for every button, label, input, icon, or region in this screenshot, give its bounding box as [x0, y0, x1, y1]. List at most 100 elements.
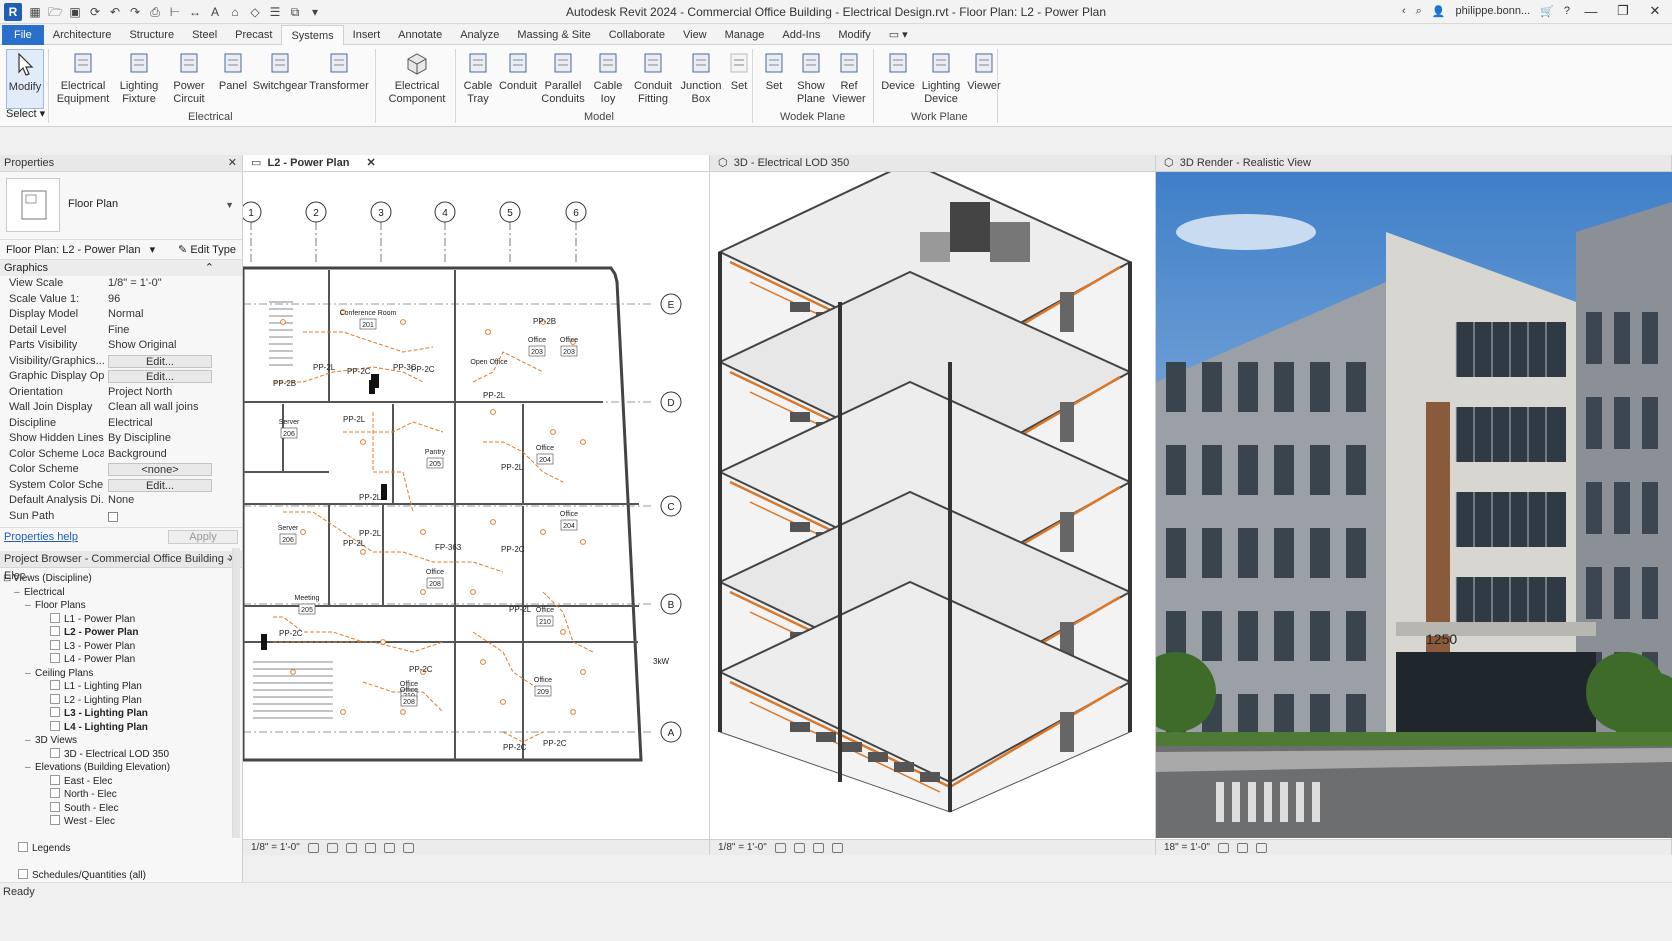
panel-tag[interactable]: PP-2C — [411, 365, 435, 374]
browser-view-item[interactable]: 3D - Electrical LOD 350 — [0, 747, 242, 762]
room-number[interactable]: 201 — [362, 322, 374, 329]
property-value[interactable]: Normal — [104, 307, 242, 323]
property-value[interactable]: Electrical — [104, 416, 242, 432]
panel-tag[interactable]: 3kW — [653, 657, 669, 666]
panel-tag[interactable]: PP-2L — [313, 363, 336, 372]
transformer-button[interactable]: Transformer — [308, 49, 370, 93]
browser-view-item[interactable]: L3 - Lighting Plan — [0, 707, 242, 721]
panel-tag[interactable]: PP-2L — [483, 391, 506, 400]
close-plan-tab-icon[interactable]: ✕ — [367, 157, 376, 169]
select-dropdown[interactable]: Select ▾ — [6, 107, 45, 120]
tree-toggle-icon[interactable]: – — [25, 599, 35, 613]
room-number[interactable]: 205 — [429, 461, 441, 468]
plan-view-tab[interactable]: ▭ L2 - Power Plan ✕ — [243, 155, 709, 172]
conduit-fitting-button[interactable]: Conduit Fitting — [628, 49, 678, 106]
electrical-equipment-button[interactable]: Electrical Equipment — [52, 49, 114, 106]
room-number[interactable]: 204 — [563, 523, 575, 530]
browser-schedules[interactable]: Schedules/Quantities (all) — [0, 869, 242, 883]
tab-manage[interactable]: Manage — [716, 25, 774, 45]
room-number[interactable]: 203 — [563, 349, 575, 356]
property-value[interactable]: Edit... — [104, 354, 242, 370]
undo-icon[interactable]: ↶ — [108, 5, 122, 19]
room-name[interactable]: Server — [278, 525, 299, 532]
tab-file[interactable]: File — [2, 24, 44, 45]
property-row[interactable]: Default Analysis Di... None — [0, 493, 242, 509]
browser-view-item[interactable]: South - Elec — [0, 801, 242, 816]
open-icon[interactable]: 🗁 — [48, 5, 63, 19]
isometric-building-model[interactable] — [710, 172, 1155, 838]
panel-tag[interactable]: PP-2B — [273, 379, 296, 388]
room-number[interactable]: 209 — [537, 689, 549, 696]
property-row[interactable]: View Scale 1/8" = 1'-0" — [0, 276, 242, 292]
property-value[interactable]: Clean all wall joins — [104, 400, 242, 416]
property-value[interactable]: By Discipline — [104, 431, 242, 447]
tab-analyze[interactable]: Analyze — [451, 25, 508, 45]
text-icon[interactable]: A — [208, 5, 222, 19]
browser-view-item[interactable]: L2 - Lighting Plan — [0, 693, 242, 708]
modify-button[interactable]: Modify — [6, 49, 44, 109]
panel-symbol[interactable] — [371, 374, 379, 388]
collapse-group-icon[interactable]: ⌃ — [205, 260, 214, 276]
browser-view-item[interactable]: L2 - Power Plan — [0, 626, 242, 640]
receptacle-symbol[interactable] — [550, 429, 556, 435]
visual-style-icon[interactable] — [1236, 842, 1248, 853]
room-number[interactable]: 204 — [539, 457, 551, 464]
room-name[interactable]: Office — [560, 337, 578, 344]
property-value[interactable]: 1/8" = 1'-0" — [104, 276, 242, 292]
property-value[interactable] — [104, 509, 242, 525]
tab-collaborate[interactable]: Collaborate — [600, 25, 674, 45]
property-row[interactable]: System Color Sche... Edit... — [0, 478, 242, 494]
tree-toggle-icon[interactable]: – — [25, 734, 35, 748]
property-value[interactable]: Fine — [104, 323, 242, 339]
panel-tag[interactable]: PP-2L — [359, 529, 382, 538]
lighting-fixture-button[interactable]: Lighting Fixture — [114, 49, 164, 106]
receptacle-symbol[interactable] — [490, 409, 496, 415]
edit-button[interactable]: Edit... — [108, 478, 212, 492]
room-number[interactable]: 205 — [301, 607, 313, 614]
property-row[interactable]: Orientation Project North — [0, 385, 242, 401]
property-value[interactable]: <none> — [104, 462, 242, 478]
panel-tag[interactable]: PP-2C — [543, 739, 567, 748]
measure-icon[interactable]: ⊢ — [168, 5, 182, 19]
tree-toggle-icon[interactable]: – — [25, 667, 35, 681]
panel-button[interactable]: Panel — [214, 49, 252, 93]
cable-tray-button[interactable]: Cable Tray — [458, 49, 498, 106]
parallel-conduits-button[interactable]: Parallel Conduits — [538, 49, 588, 106]
property-row[interactable]: Parts Visibility Show Original — [0, 338, 242, 354]
3d-view-icon[interactable]: ⌂ — [228, 5, 242, 19]
tab-steel[interactable]: Steel — [183, 25, 226, 45]
render-view-tab[interactable]: ⬡ 3D Render - Realistic View — [1156, 155, 1671, 172]
browser-views-root[interactable]: ⊟Views (Discipline) — [0, 572, 242, 586]
receptacle-symbol[interactable] — [485, 329, 491, 335]
circuit-wire[interactable] — [273, 641, 444, 653]
visual-style-icon[interactable] — [793, 842, 805, 853]
receptacle-symbol[interactable] — [360, 439, 366, 445]
detail-level-icon[interactable] — [774, 842, 786, 853]
shadows-icon[interactable] — [364, 842, 376, 853]
room-number[interactable]: 208 — [429, 581, 441, 588]
browser-floor-plans[interactable]: – Floor Plans — [0, 599, 242, 613]
receptacle-symbol[interactable] — [280, 319, 286, 325]
receptacle-symbol[interactable] — [500, 699, 506, 705]
browser-view-item[interactable]: L3 - Power Plan — [0, 639, 242, 654]
property-row[interactable]: Display Model Normal — [0, 307, 242, 323]
type-dropdown-icon[interactable]: ▼ — [225, 200, 234, 210]
property-value[interactable]: Edit... — [104, 369, 242, 385]
browser-view-item[interactable]: North - Elec — [0, 788, 242, 802]
tab-precast[interactable]: Precast — [226, 25, 281, 45]
ribbon-options-icon[interactable]: ▭ ▾ — [880, 25, 917, 45]
realistic-render-image[interactable]: 1250 — [1156, 172, 1672, 838]
customize-qat-icon[interactable]: ▾ — [308, 5, 322, 19]
electrical-panel[interactable] — [1060, 292, 1074, 332]
receptacle-symbol[interactable] — [540, 529, 546, 535]
help-icon[interactable]: ? — [1564, 5, 1570, 17]
switch-windows-icon[interactable]: ⧉ — [288, 5, 302, 19]
room-number[interactable]: 210 — [539, 619, 551, 626]
browser-view-item[interactable]: L1 - Power Plan — [0, 612, 242, 627]
color-scheme-button[interactable]: <none> — [108, 463, 212, 476]
tab-view[interactable]: View — [674, 25, 716, 45]
tab-architecture[interactable]: Architecture — [44, 25, 121, 45]
electrical-panel[interactable] — [1060, 512, 1074, 552]
property-row[interactable]: Color Scheme <none> — [0, 462, 242, 478]
property-value[interactable]: 96 — [104, 292, 242, 308]
